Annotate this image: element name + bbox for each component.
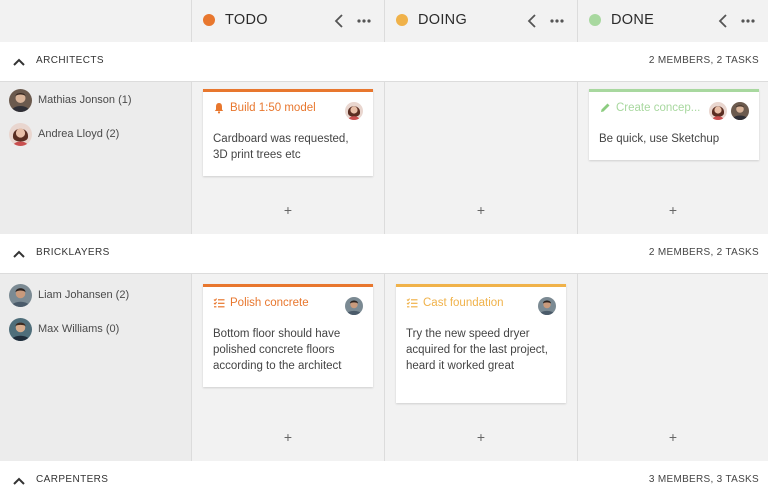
column-title: DONE	[611, 12, 655, 28]
card-status-bar	[203, 89, 373, 92]
card-title: Cast foundation	[423, 297, 504, 309]
column-header-todo: TODO	[192, 0, 385, 42]
group-count: 2 MEMBERS, 2 TASKS	[648, 247, 759, 258]
status-dot	[203, 14, 215, 26]
column-title: DOING	[418, 12, 468, 28]
status-dot	[396, 14, 408, 26]
add-card-button[interactable]: +	[473, 202, 489, 218]
add-card-button[interactable]: +	[665, 429, 681, 445]
group-name: CARPENTERS	[36, 474, 109, 485]
cell-todo: Build 1:50 model Cardboard was requested…	[192, 82, 385, 234]
task-card[interactable]: Build 1:50 model Cardboard was requested…	[203, 89, 373, 176]
card-title: Polish concrete	[230, 297, 309, 309]
member-list: Liam Johansen (2) Max Williams (0)	[0, 274, 192, 461]
card-title: Build 1:50 model	[230, 102, 316, 114]
avatar	[345, 102, 363, 120]
group-header-carpenters[interactable]: CARPENTERS 3 MEMBERS, 3 TASKS	[0, 461, 768, 500]
cell-todo: Polish concrete Bottom floor should have…	[192, 274, 385, 461]
cell-done: +	[578, 274, 768, 461]
pencil-icon	[601, 103, 610, 112]
avatar	[345, 297, 363, 315]
cell-doing: Cast foundation Try the new speed dryer …	[385, 274, 578, 461]
member-name: Max Williams (0)	[38, 323, 120, 335]
group-count: 3 MEMBERS, 3 TASKS	[648, 474, 759, 485]
group-name: ARCHITECTS	[36, 55, 104, 66]
bell-icon	[214, 103, 224, 114]
more-options-icon[interactable]	[549, 13, 565, 29]
group-header-bricklayers[interactable]: BRICKLAYERS 2 MEMBERS, 2 TASKS	[0, 234, 768, 274]
member-item[interactable]: Liam Johansen (2)	[9, 283, 129, 307]
group-name: BRICKLAYERS	[36, 247, 110, 258]
card-title-row: Create concep...	[599, 102, 700, 114]
header-corner	[0, 0, 192, 42]
checklist-icon	[406, 298, 418, 308]
card-status-bar	[396, 284, 566, 287]
chevron-left-icon[interactable]	[525, 13, 539, 29]
avatar	[9, 88, 32, 112]
add-card-button[interactable]: +	[665, 202, 681, 218]
member-item[interactable]: Mathias Jonson (1)	[9, 88, 132, 112]
member-item[interactable]: Andrea Lloyd (2)	[9, 122, 119, 146]
member-item[interactable]: Max Williams (0)	[9, 317, 119, 341]
group-count: 2 MEMBERS, 2 TASKS	[648, 55, 759, 66]
avatar	[9, 283, 32, 307]
chevron-up-icon[interactable]	[12, 248, 26, 260]
column-header-bar: TODO DOING DONE	[0, 0, 768, 42]
member-name: Mathias Jonson (1)	[38, 94, 132, 106]
task-card[interactable]: Create concep... Be quick, use Sketchup	[589, 89, 759, 160]
column-title: TODO	[225, 12, 268, 28]
cell-doing: +	[385, 82, 578, 234]
card-description: Bottom floor should have polished concre…	[213, 328, 342, 372]
more-options-icon[interactable]	[740, 13, 756, 29]
card-title-row: Cast foundation	[406, 297, 504, 309]
avatar	[9, 317, 32, 341]
chevron-left-icon[interactable]	[332, 13, 346, 29]
checklist-icon	[213, 298, 225, 308]
chevron-up-icon[interactable]	[12, 56, 26, 68]
add-card-button[interactable]: +	[280, 202, 296, 218]
card-description: Be quick, use Sketchup	[599, 133, 720, 145]
member-list: Mathias Jonson (1) Andrea Lloyd (2)	[0, 82, 192, 234]
more-options-icon[interactable]	[356, 13, 372, 29]
add-card-button[interactable]: +	[280, 429, 296, 445]
avatar	[709, 102, 727, 120]
card-status-bar	[589, 89, 759, 92]
chevron-up-icon[interactable]	[12, 475, 26, 487]
cell-done: Create concep... Be quick, use Sketchup …	[578, 82, 768, 234]
avatar	[9, 122, 32, 146]
card-description: Try the new speed dryer acquired for the…	[406, 328, 548, 372]
avatar	[538, 297, 556, 315]
column-header-done: DONE	[578, 0, 768, 42]
card-status-bar	[203, 284, 373, 287]
group-header-architects[interactable]: ARCHITECTS 2 MEMBERS, 2 TASKS	[0, 42, 768, 82]
card-title-row: Polish concrete	[213, 297, 309, 309]
task-card[interactable]: Polish concrete Bottom floor should have…	[203, 284, 373, 387]
task-card[interactable]: Cast foundation Try the new speed dryer …	[396, 284, 566, 403]
card-title-row: Build 1:50 model	[213, 102, 316, 114]
swimlane-row-architects: Mathias Jonson (1) Andrea Lloyd (2) Buil…	[0, 82, 768, 234]
avatar	[731, 102, 749, 120]
member-name: Liam Johansen (2)	[38, 289, 130, 301]
member-name: Andrea Lloyd (2)	[38, 128, 120, 140]
chevron-left-icon[interactable]	[716, 13, 730, 29]
column-header-doing: DOING	[385, 0, 578, 42]
add-card-button[interactable]: +	[473, 429, 489, 445]
card-title: Create concep...	[616, 102, 701, 114]
swimlane-row-bricklayers: Liam Johansen (2) Max Williams (0) Polis…	[0, 274, 768, 461]
status-dot	[589, 14, 601, 26]
card-description: Cardboard was requested, 3D print trees …	[213, 133, 349, 161]
